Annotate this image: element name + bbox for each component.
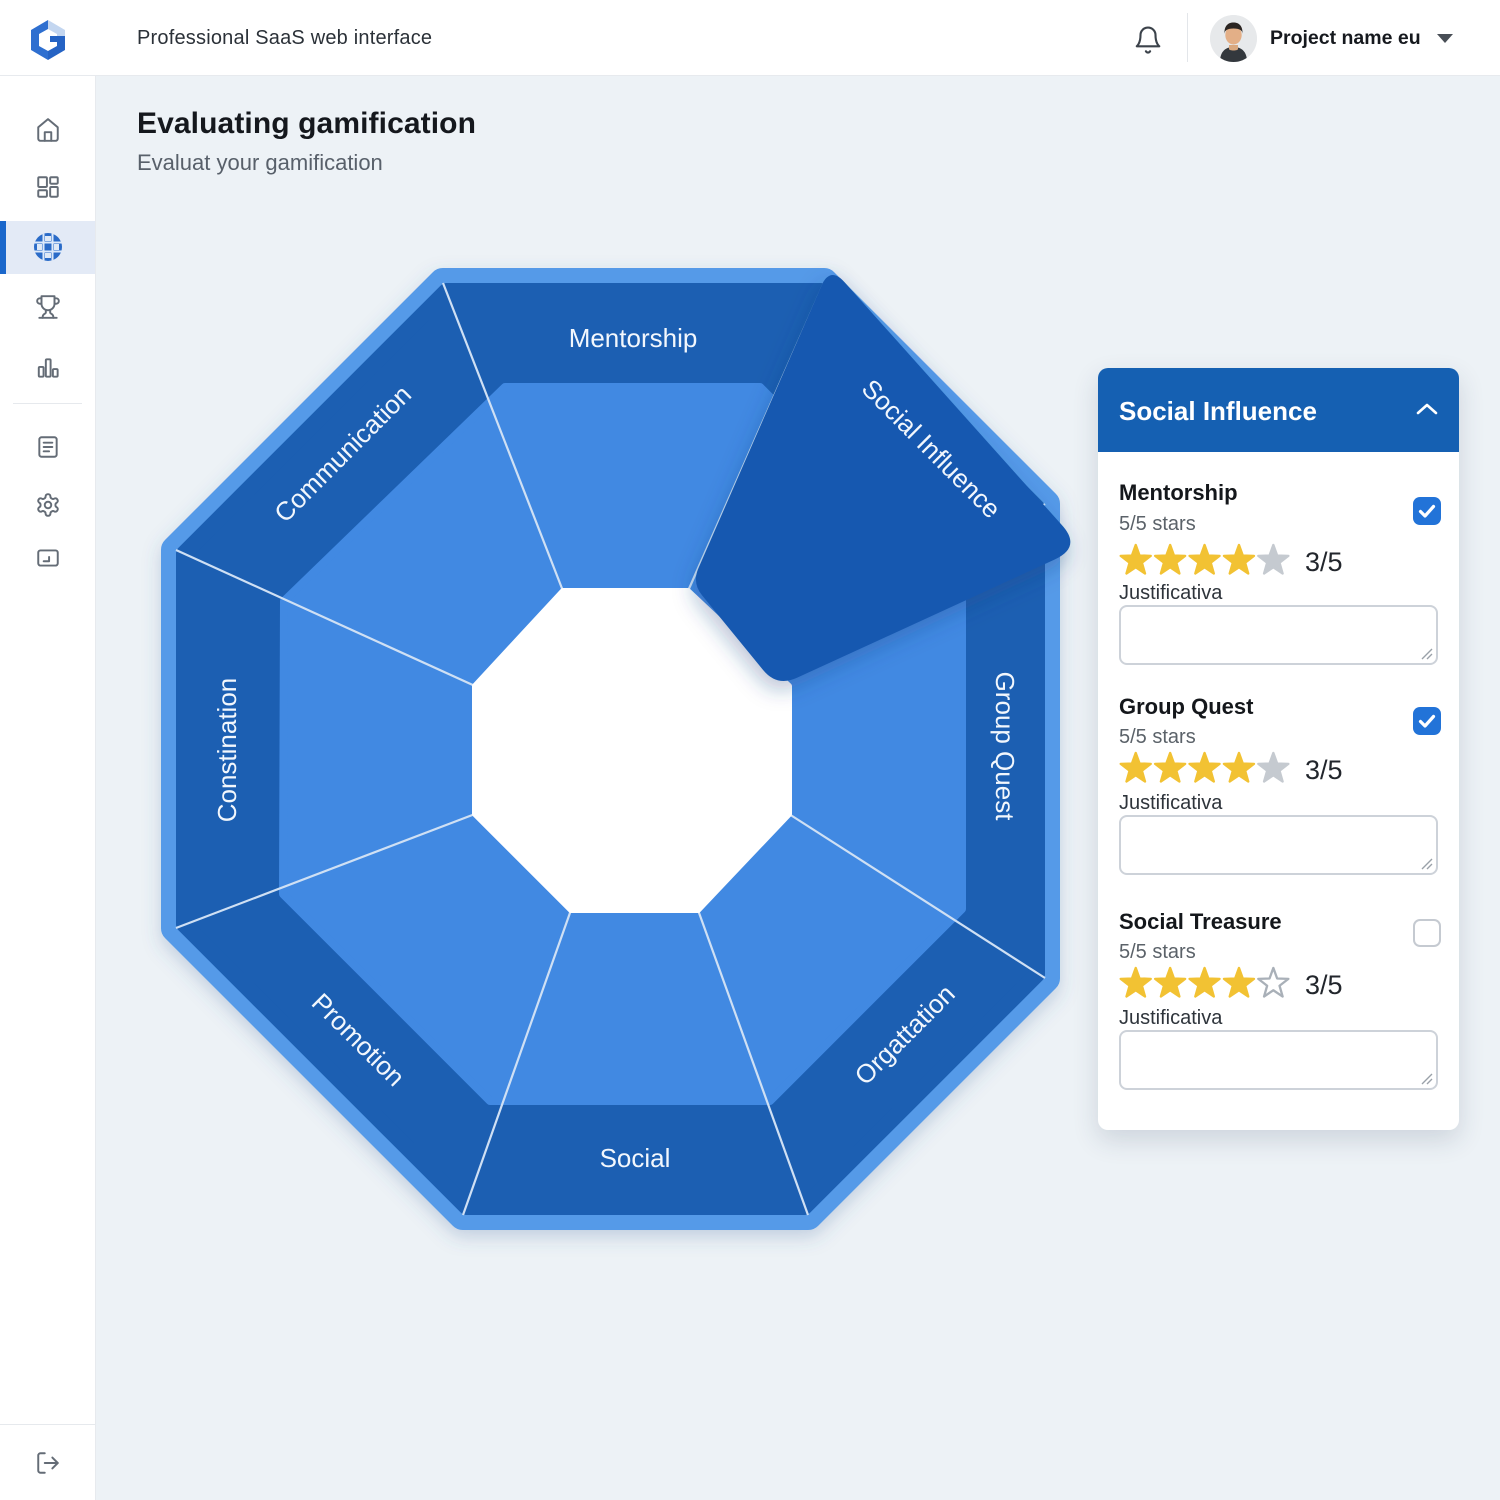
svg-text:Group Quest: Group Quest — [990, 672, 1020, 822]
svg-text:Constination: Constination — [212, 678, 242, 823]
svg-text:Mentorship: Mentorship — [569, 323, 698, 353]
svg-text:Social: Social — [600, 1143, 671, 1173]
